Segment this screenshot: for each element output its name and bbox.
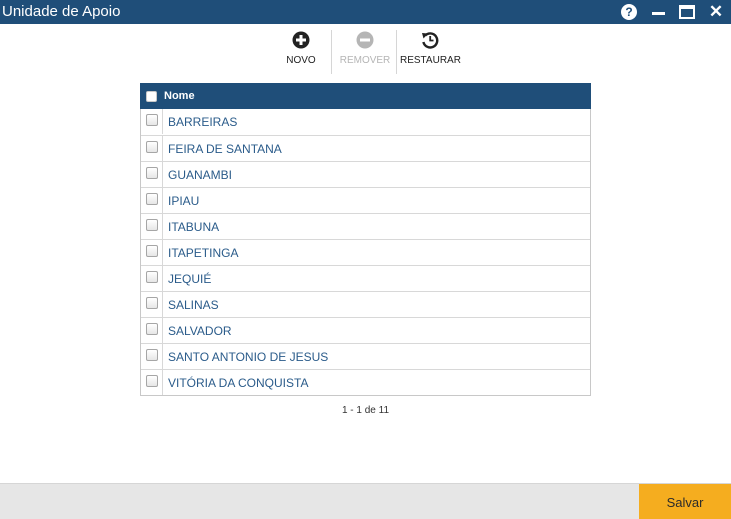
- novo-label: NOVO: [286, 55, 316, 66]
- toolbar-divider: [331, 30, 332, 74]
- restaurar-button[interactable]: RESTAURAR: [400, 30, 461, 70]
- unit-name[interactable]: FEIRA DE SANTANA: [168, 143, 282, 156]
- unit-name[interactable]: IPIAU: [168, 195, 199, 208]
- column-header-nome[interactable]: Nome: [164, 90, 195, 102]
- grid-body: BARREIRAS FEIRA DE SANTANA GUANAMBI IPIA…: [140, 109, 591, 396]
- checkbox-cell: [141, 344, 163, 369]
- help-icon: ?: [621, 4, 637, 20]
- restaurar-label: RESTAURAR: [400, 55, 461, 66]
- checkbox-cell: [141, 240, 163, 265]
- unit-name[interactable]: JEQUIÉ: [168, 273, 211, 286]
- novo-button[interactable]: NOVO: [280, 30, 322, 70]
- row-checkbox[interactable]: [146, 349, 158, 361]
- unit-name[interactable]: VITÓRIA DA CONQUISTA: [168, 377, 308, 390]
- row-checkbox[interactable]: [146, 167, 158, 179]
- maximize-button[interactable]: [678, 3, 696, 21]
- checkbox-cell: [141, 370, 163, 395]
- table-row[interactable]: SANTO ANTONIO DE JESUS: [141, 343, 590, 369]
- table-row[interactable]: ITAPETINGA: [141, 239, 590, 265]
- checkbox-cell: [141, 214, 163, 239]
- checkbox-cell: [141, 318, 163, 343]
- checkbox-cell: [141, 109, 163, 134]
- grid-header: Nome: [140, 83, 591, 109]
- help-button[interactable]: ?: [620, 3, 638, 21]
- footer-bar: Salvar: [0, 483, 731, 519]
- table-row[interactable]: BARREIRAS: [141, 109, 590, 135]
- checkbox-cell: [141, 188, 163, 213]
- minimize-icon: [651, 11, 665, 15]
- unit-name[interactable]: GUANAMBI: [168, 169, 232, 182]
- table-row[interactable]: SALVADOR: [141, 317, 590, 343]
- units-grid: Nome BARREIRAS FEIRA DE SANTANA GUANAMBI…: [140, 83, 591, 396]
- remover-button[interactable]: REMOVER: [338, 30, 392, 70]
- checkbox-cell: [141, 266, 163, 291]
- minimize-button[interactable]: [650, 3, 666, 21]
- table-row[interactable]: JEQUIÉ: [141, 265, 590, 291]
- close-button[interactable]: ✕: [707, 2, 725, 21]
- row-checkbox[interactable]: [146, 375, 158, 387]
- minus-circle-icon: [356, 31, 374, 49]
- select-all-checkbox[interactable]: [146, 91, 157, 102]
- table-row[interactable]: ITABUNA: [141, 213, 590, 239]
- checkbox-cell: [141, 136, 163, 161]
- plus-circle-icon: [292, 31, 310, 49]
- row-checkbox[interactable]: [146, 219, 158, 231]
- table-row[interactable]: VITÓRIA DA CONQUISTA: [141, 369, 590, 395]
- save-button[interactable]: Salvar: [639, 484, 731, 519]
- table-row[interactable]: GUANAMBI: [141, 161, 590, 187]
- row-checkbox[interactable]: [146, 245, 158, 257]
- window-title: Unidade de Apoio: [2, 3, 121, 20]
- table-row[interactable]: IPIAU: [141, 187, 590, 213]
- title-bar: Unidade de Apoio ? ✕: [0, 0, 731, 24]
- unit-name[interactable]: ITABUNA: [168, 221, 219, 234]
- row-checkbox[interactable]: [146, 114, 158, 126]
- unit-name[interactable]: SALINAS: [168, 299, 219, 312]
- pagination-info: 1 - 1 de 11: [341, 405, 390, 416]
- row-checkbox[interactable]: [146, 271, 158, 283]
- restore-icon: [422, 32, 439, 49]
- unit-name[interactable]: SANTO ANTONIO DE JESUS: [168, 351, 328, 364]
- checkbox-cell: [141, 162, 163, 187]
- table-row[interactable]: SALINAS: [141, 291, 590, 317]
- toolbar: NOVO REMOVER RESTAURAR: [0, 30, 731, 74]
- unit-name[interactable]: ITAPETINGA: [168, 247, 238, 260]
- checkbox-cell: [141, 292, 163, 317]
- table-row[interactable]: FEIRA DE SANTANA: [141, 135, 590, 161]
- remover-label: REMOVER: [339, 55, 391, 66]
- maximize-icon: [679, 5, 695, 19]
- toolbar-divider: [396, 30, 397, 74]
- unit-name[interactable]: BARREIRAS: [168, 116, 237, 129]
- row-checkbox[interactable]: [146, 297, 158, 309]
- row-checkbox[interactable]: [146, 193, 158, 205]
- unit-name[interactable]: SALVADOR: [168, 325, 232, 338]
- row-checkbox[interactable]: [146, 323, 158, 335]
- row-checkbox[interactable]: [146, 141, 158, 153]
- close-icon: ✕: [708, 2, 724, 21]
